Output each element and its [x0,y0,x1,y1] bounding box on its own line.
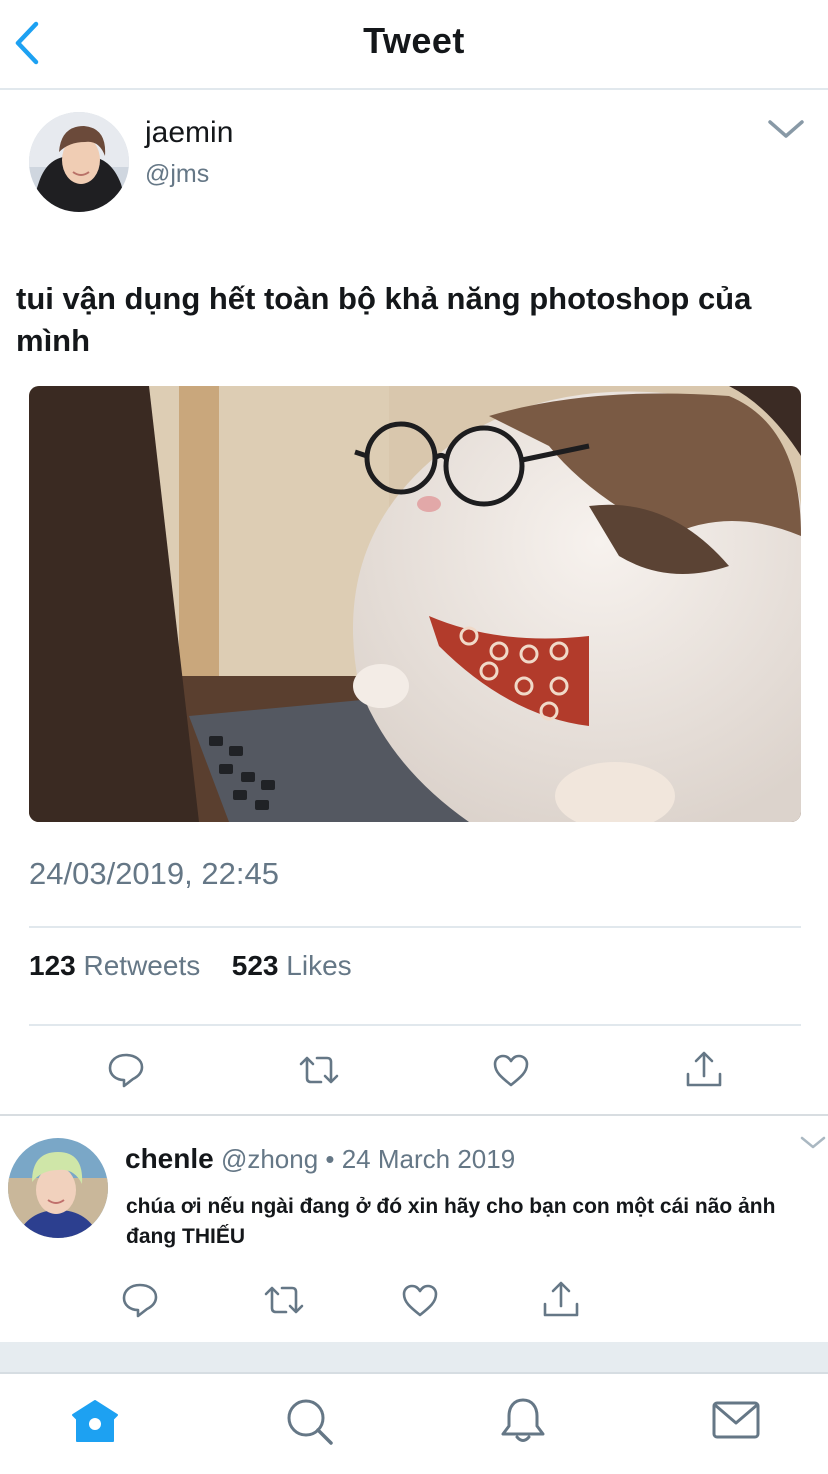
divider [29,926,801,928]
home-icon [72,1400,118,1442]
chevron-down-icon [800,1136,826,1149]
notifications-icon [501,1398,545,1442]
likes-count[interactable]: 523 [232,950,279,981]
tweet-media-image[interactable] [29,386,801,822]
like-button[interactable] [487,1046,535,1094]
share-button[interactable] [680,1046,728,1094]
author-handle[interactable]: @jms [145,160,209,189]
like-icon [493,1054,529,1087]
tweet-stats: 123 Retweets 523 Likes [29,950,352,982]
reply-icon [122,1283,158,1318]
likes-label[interactable]: Likes [286,950,351,981]
tab-messages[interactable] [708,1393,764,1449]
reply-retweet-button[interactable] [260,1276,308,1324]
reply-author-name[interactable]: chenle [125,1143,214,1174]
reply-icon [108,1053,144,1088]
reply-author-avatar[interactable] [8,1138,108,1238]
tweet-text: tui vận dụng hết toàn bộ khả năng photos… [16,281,752,358]
tab-notifications[interactable] [495,1393,551,1449]
tweet-options-button[interactable] [764,114,808,144]
reply-meta: @zhong • 24 March 2019 [220,1144,516,1174]
retweet-icon [299,1056,339,1084]
chevron-down-icon [768,120,804,138]
divider [29,1024,801,1026]
retweets-label[interactable]: Retweets [84,950,201,981]
reply-share-button[interactable] [537,1276,585,1324]
share-icon [543,1281,579,1317]
retweets-count[interactable]: 123 [29,950,76,981]
reply-header: chenle @zhong • 24 March 2019 [125,1143,515,1175]
bottom-tab-bar [0,1372,828,1474]
author-name[interactable]: jaemin [145,116,233,150]
tweet-timestamp: 24/03/2019, 22:45 [29,856,279,891]
share-icon [686,1051,722,1087]
reply-reply-button[interactable] [116,1276,164,1324]
reply-text: chúa ơi nếu ngài đang ở đó xin hãy cho b… [126,1195,776,1248]
reply-button[interactable] [102,1046,150,1094]
search-icon [287,1399,333,1445]
page-title: Tweet [363,20,465,61]
author-avatar[interactable] [29,112,129,212]
reply-options-button[interactable] [798,1132,828,1154]
tab-home[interactable] [67,1393,123,1449]
tab-search[interactable] [281,1393,337,1449]
retweet-icon [264,1286,304,1314]
timeline-gap [0,1342,828,1372]
messages-icon [712,1401,760,1439]
retweet-button[interactable] [295,1046,343,1094]
section-separator [0,1114,828,1116]
like-icon [402,1284,438,1317]
reply-like-button[interactable] [396,1276,444,1324]
